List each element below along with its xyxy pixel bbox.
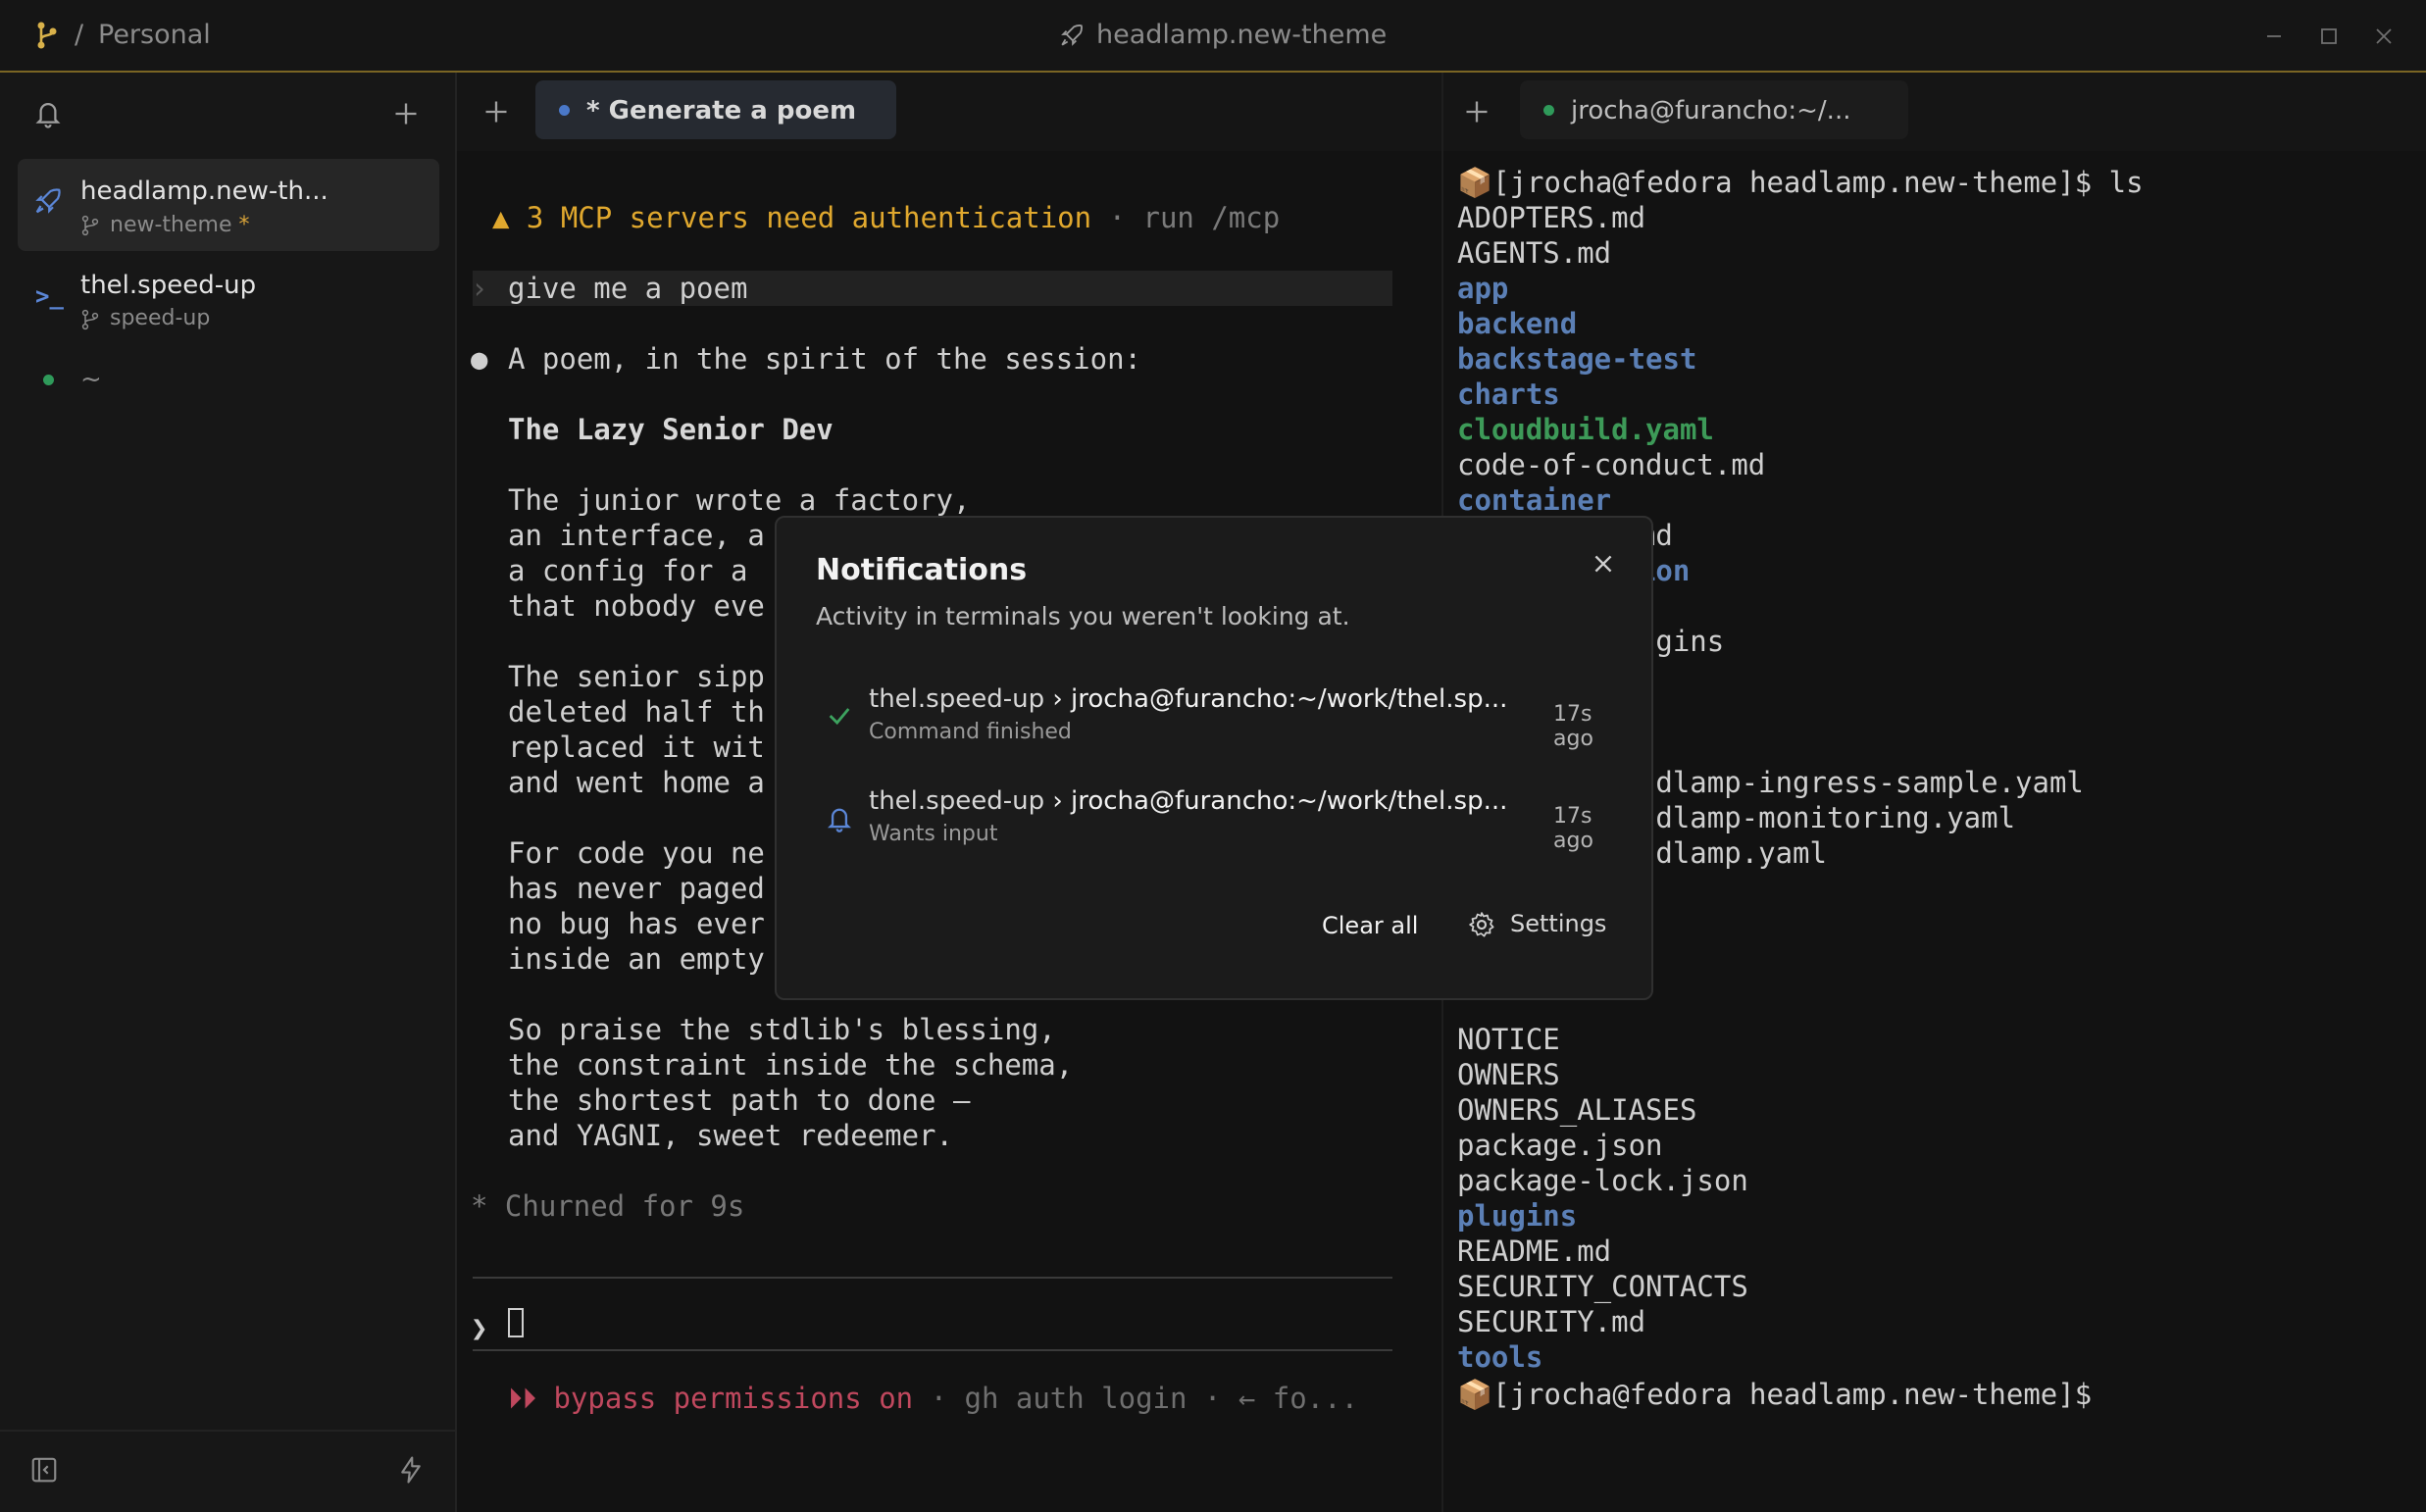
notification-status: Wants input [869,822,998,846]
poem-line: an interface, a [508,519,765,552]
poem-line: the constraint inside the schema, [508,1048,1074,1082]
dialog-subtitle: Activity in terminals you weren't lookin… [816,602,1350,630]
poem-line: and YAGNI, sweet redeemer. [508,1119,953,1152]
mcp-warning: ▲ 3 MCP servers need authentication · ru… [492,201,1281,234]
bell-icon[interactable] [33,98,63,129]
ls-entry: plugins [1457,1199,1578,1233]
input-prompt: ❯ [471,1311,488,1344]
notification-item[interactable]: thel.speed-up › jrocha@furancho:~/work/t… [816,684,1620,763]
breadcrumb[interactable]: Personal [98,20,211,50]
poem-line: no bug has ever [508,907,765,940]
ls-entry: package.json [1457,1129,1663,1162]
notification-title: thel.speed-up › jrocha@furancho:~/work/t… [869,684,1508,714]
gear-icon [1469,912,1494,937]
shell-prompt[interactable]: 📦[jrocha@fedora headlamp.new-theme]$ [1457,1377,2092,1412]
workspace-title: ~ [80,365,102,394]
poem-line: replaced it wit [508,731,765,764]
agent-tab-bar: * Generate a poem [457,73,1441,151]
check-icon [829,708,850,726]
divider [0,1430,455,1432]
user-prompt: give me a poem [508,272,748,305]
input-divider-bottom [473,1349,1392,1351]
ls-entry: headlamp-ingress-sample.yaml [1604,766,2084,799]
poem-line: the shortest path to done — [508,1084,971,1117]
sidebar: headlamp.new-th... new-theme * >_ thel.s… [0,73,457,1512]
workspace-item-headlamp[interactable]: headlamp.new-th... new-theme * [18,159,439,251]
close-icon[interactable] [1591,551,1616,577]
ls-entry: SECURITY_CONTACTS [1457,1270,1748,1303]
notification-time: 17s ago [1553,804,1593,853]
poem-line: and went home a [508,766,765,799]
settings-button[interactable]: Settings [1463,902,1610,951]
new-tab-icon[interactable] [482,98,510,126]
poem-line: The junior wrote a factory, [508,483,971,517]
breadcrumb-separator: / [75,20,84,50]
response-intro: A poem, in the spirit of the session: [508,342,1142,376]
branch-icon [81,309,99,330]
notification-status: Command finished [869,720,1072,744]
status-dot-icon [43,375,54,385]
tab-generate-poem[interactable]: * Generate a poem [535,80,896,139]
poem-line: deleted half th [508,695,765,729]
poem-line: For code you ne [508,836,765,870]
poem-line: inside an empty [508,942,765,976]
maximize-icon[interactable] [2318,25,2340,47]
status-footer: ⏵⏵ bypass permissions on · gh auth login… [508,1382,1359,1415]
poem-title: The Lazy Senior Dev [508,413,834,446]
ls-entry: OWNERS [1457,1058,1560,1091]
window-title: headlamp.new-theme [1096,20,1388,50]
input-divider-top [473,1277,1392,1279]
ls-entry: package-lock.json [1457,1164,1748,1197]
notification-time: 17s ago [1553,702,1593,751]
workspace-item-home[interactable]: ~ [18,357,439,406]
prompt-chevron: › [471,272,488,305]
workspace-title: headlamp.new-th... [80,176,329,206]
workspace-item-thel[interactable]: >_ thel.speed-up speed-up [18,257,439,349]
branch-icon [81,215,99,236]
notification-title: thel.speed-up › jrocha@furancho:~/work/t… [869,786,1508,816]
ls-entry: OWNERS_ALIASES [1457,1093,1697,1127]
ls-entry: SECURITY.md [1457,1305,1646,1338]
rocket-icon [35,188,61,214]
agent-input[interactable] [508,1298,1443,1347]
close-window-icon[interactable] [2373,25,2395,47]
workspace-title: thel.speed-up [80,271,257,300]
notifications-dialog: Notifications Activity in terminals you … [775,516,1653,1000]
ls-entry: tools [1457,1340,1543,1374]
workspace-branch: new-theme * [110,213,250,237]
branch-logo-icon [37,22,57,49]
minimize-icon[interactable] [2263,25,2285,47]
churn-status: * Churned for 9s [471,1189,745,1223]
modified-mark: * [238,213,250,237]
ls-entry: README.md [1457,1235,1612,1268]
poem-line: that nobody eve [508,589,765,623]
title-bar: / Personal headlamp.new-theme [0,0,2426,73]
poem-line: has never paged [508,872,765,905]
response-bullet: ● [471,342,488,376]
poem-line: The senior sipp [508,660,765,693]
terminal-prompt-icon: >_ [35,282,64,310]
collapse-sidebar-icon[interactable] [29,1455,59,1485]
notification-item[interactable]: thel.speed-up › jrocha@furancho:~/work/t… [816,786,1620,865]
lightning-icon[interactable] [396,1455,426,1485]
ls-output-bottom: NOTICE OWNERS OWNERS_ALIASES package.json pa… [1443,1022,2424,1375]
tab-status-dot [559,105,570,116]
rocket-icon [1061,25,1083,46]
poem-line: a config for a [508,554,748,587]
settings-label: Settings [1510,910,1607,937]
bell-icon [827,808,852,832]
cursor [508,1308,524,1337]
ls-entry: NOTICE [1457,1023,1560,1056]
workspace-branch: speed-up [110,306,211,330]
clear-all-button[interactable]: Clear all [1322,912,1418,939]
add-workspace-icon[interactable] [392,100,420,127]
bypass-permissions-label[interactable]: ⏵⏵ bypass permissions on [508,1382,913,1415]
ls-entry: headlamp-monitoring.yaml [1604,801,2016,834]
tab-label: * Generate a poem [586,96,857,126]
poem-line: So praise the stdlib's blessing, [508,1013,1056,1046]
dialog-title: Notifications [816,553,1028,587]
